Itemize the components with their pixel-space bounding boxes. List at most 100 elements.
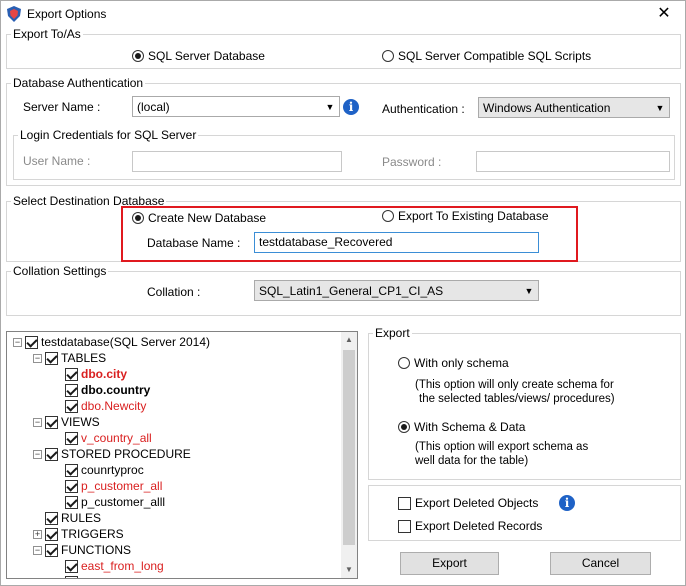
tree-node-counrtyproc[interactable]: counrtyproc <box>65 462 144 478</box>
radio-label: With Schema & Data <box>414 420 526 434</box>
user-name-input[interactable] <box>132 151 342 172</box>
server-name-combo[interactable]: (local) ▼ <box>132 96 340 117</box>
collapse-icon[interactable]: − <box>13 337 22 347</box>
radio-sql-server-database[interactable]: SQL Server Database <box>132 49 265 63</box>
tree-node-views[interactable]: − VIEWS <box>33 414 100 430</box>
tree-checkbox[interactable] <box>45 543 58 557</box>
tree-node-stored-procedure[interactable]: − STORED PROCEDURE <box>33 446 191 462</box>
tree-checkbox[interactable] <box>25 335 38 349</box>
window-title: Export Options <box>27 7 107 21</box>
tree-checkbox[interactable] <box>65 495 78 509</box>
checkbox-export-deleted-objects[interactable]: Export Deleted Objects <box>398 496 538 510</box>
close-button[interactable]: ✕ <box>649 3 679 25</box>
radio-indicator <box>382 50 394 62</box>
server-name-label: Server Name : <box>23 100 101 114</box>
tree-node-dbo-newcity[interactable]: dbo.Newcity <box>65 398 146 414</box>
tree-checkbox[interactable] <box>45 415 58 429</box>
radio-indicator <box>398 421 410 433</box>
collation-combo[interactable]: SQL_Latin1_General_CP1_CI_AS ▼ <box>254 280 539 301</box>
tree-checkbox[interactable] <box>45 511 58 525</box>
schema-description: (This option will only create schema for… <box>415 378 615 406</box>
data-description-line1: (This option will export schema as <box>415 441 589 453</box>
tree-checkbox[interactable] <box>45 351 58 365</box>
tree-node-p-customer-alll[interactable]: p_customer_alll <box>65 494 165 510</box>
radio-create-new-database[interactable]: Create New Database <box>132 211 266 225</box>
tree-checkbox[interactable] <box>45 527 58 541</box>
tree-label: RULES <box>61 511 102 525</box>
radio-schema-and-data[interactable]: With Schema & Data <box>398 420 525 434</box>
db-auth-legend: Database Authentication <box>13 76 144 90</box>
chevron-down-icon: ▼ <box>524 285 534 296</box>
radio-only-schema[interactable]: With only schema <box>398 356 509 370</box>
tree-node-functions[interactable]: − FUNCTIONS <box>33 542 131 558</box>
tree-label: p_customer_all <box>81 479 163 493</box>
password-input[interactable] <box>476 151 670 172</box>
tree-label: FUNCTIONS <box>61 543 131 557</box>
authentication-combo[interactable]: Windows Authentication ▼ <box>478 97 670 118</box>
radio-label: SQL Server Database <box>148 49 265 63</box>
authentication-label: Authentication : <box>382 102 465 116</box>
scroll-up-icon[interactable]: ▲ <box>341 332 357 348</box>
tree-checkbox[interactable] <box>65 559 78 573</box>
tree-node-root[interactable]: − testdatabase(SQL Server 2014) <box>13 334 210 350</box>
expand-icon[interactable]: + <box>33 529 42 539</box>
database-tree[interactable]: − testdatabase(SQL Server 2014) − TABLES… <box>6 331 358 579</box>
radio-export-existing-database[interactable]: Export To Existing Database <box>382 209 549 223</box>
info-icon[interactable]: i <box>343 99 359 115</box>
tree-checkbox[interactable] <box>65 383 78 397</box>
tree-label: dbo.Newcity <box>81 399 147 413</box>
tree-node-tables[interactable]: − TABLES <box>33 350 106 366</box>
tree-node-rules[interactable]: RULES <box>45 510 101 526</box>
checkbox-export-deleted-records[interactable]: Export Deleted Records <box>398 519 542 533</box>
info-icon[interactable]: i <box>559 495 575 511</box>
tree-checkbox[interactable] <box>45 447 58 461</box>
tree-label: VIEWS <box>61 415 100 429</box>
tree-node-p-customer-all[interactable]: p_customer_all <box>65 478 162 494</box>
export-to-legend: Export To/As <box>13 27 81 41</box>
radio-indicator <box>398 357 410 369</box>
tree-label: dbo.country <box>81 383 151 397</box>
radio-label: With only schema <box>414 356 509 370</box>
schema-description-line1: (This option will only create schema for <box>415 379 614 391</box>
cancel-button[interactable]: Cancel <box>550 552 651 575</box>
tree-checkbox[interactable] <box>65 399 78 413</box>
database-name-label: Database Name : <box>147 236 241 250</box>
tree-node-dbo-city[interactable]: dbo.city <box>65 366 127 382</box>
radio-sql-scripts[interactable]: SQL Server Compatible SQL Scripts <box>382 49 591 63</box>
database-name-value: testdatabase_Recovered <box>259 235 393 249</box>
radio-indicator <box>382 210 394 222</box>
tree-checkbox[interactable] <box>65 463 78 477</box>
tree-scrollbar[interactable]: ▲ ▼ <box>341 332 357 578</box>
tree-checkbox[interactable] <box>65 575 78 578</box>
radio-label: Create New Database <box>148 211 267 225</box>
tree-node-dbo-country[interactable]: dbo.country <box>65 382 150 398</box>
app-shield-icon <box>7 6 21 22</box>
tree-checkbox[interactable] <box>65 431 78 445</box>
collation-label: Collation : <box>147 285 201 299</box>
tree-checkbox[interactable] <box>65 479 78 493</box>
tree-label: counrtyproc <box>81 463 144 477</box>
scroll-down-icon[interactable]: ▼ <box>341 562 357 578</box>
tree-checkbox[interactable] <box>65 367 78 381</box>
scroll-thumb[interactable] <box>343 350 355 545</box>
database-name-input[interactable]: testdatabase_Recovered <box>254 232 539 253</box>
tree-label: east_from_long <box>81 559 164 573</box>
tree-node-triggers[interactable]: + TRIGGERS <box>33 526 124 542</box>
collapse-icon[interactable]: − <box>33 545 42 555</box>
checkbox-label: Export Deleted Objects <box>415 496 539 510</box>
chevron-down-icon: ▼ <box>325 101 335 112</box>
tree-label: TRIGGERS <box>61 527 124 541</box>
collapse-icon[interactable]: − <box>33 417 42 427</box>
tree-node-partial[interactable] <box>65 574 81 578</box>
export-button[interactable]: Export <box>400 552 499 575</box>
tree-label: testdatabase(SQL Server 2014) <box>41 335 210 349</box>
close-icon: ✕ <box>657 5 671 22</box>
collapse-icon[interactable]: − <box>33 449 42 459</box>
tree-node-east-from-long[interactable]: east_from_long <box>65 558 164 574</box>
radio-label: SQL Server Compatible SQL Scripts <box>398 49 592 63</box>
schema-description-line2: the selected tables/views/ procedures) <box>419 393 615 405</box>
radio-indicator <box>132 212 144 224</box>
radio-indicator <box>132 50 144 62</box>
tree-node-v-country-all[interactable]: v_country_all <box>65 430 152 446</box>
collapse-icon[interactable]: − <box>33 353 42 363</box>
